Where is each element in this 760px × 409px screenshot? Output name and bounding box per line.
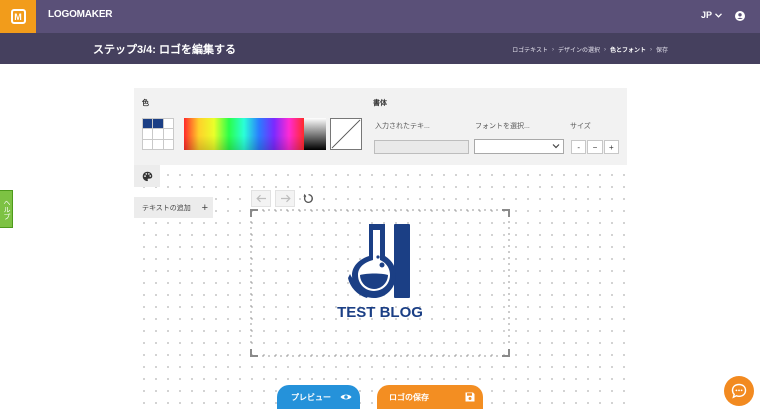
size-increase-button[interactable]: +	[603, 140, 619, 154]
redo-button[interactable]	[275, 190, 295, 207]
preview-label: プレビュー	[291, 392, 331, 402]
swatch[interactable]	[163, 139, 173, 149]
size-stepper: - − +	[571, 140, 619, 154]
breadcrumb-separator: ›	[551, 46, 554, 53]
language-label: JP	[701, 10, 713, 20]
breadcrumb: ロゴテキスト › デザインの選択 › 色とフォント › 保存	[512, 45, 668, 55]
flask-logo-icon[interactable]	[347, 222, 417, 302]
swatch[interactable]	[153, 139, 163, 149]
step-header: ステップ3/4: ロゴを編集する ロゴテキスト › デザインの選択 › 色とフォ…	[0, 33, 760, 64]
palette-icon	[142, 171, 152, 181]
reset-button[interactable]	[298, 190, 318, 207]
language-selector[interactable]: JP	[701, 10, 722, 20]
breadcrumb-separator: ›	[649, 46, 652, 53]
help-tab[interactable]: ヘルプ	[0, 190, 13, 228]
save-logo-button[interactable]: ロゴの保存	[377, 385, 483, 409]
size-decrease-button[interactable]: −	[587, 140, 603, 154]
font-section-label: 書体	[373, 100, 387, 107]
chevron-down-icon	[715, 12, 722, 18]
swatch[interactable]	[143, 129, 153, 139]
swatch[interactable]	[163, 129, 173, 139]
plus-icon: +	[201, 201, 208, 214]
color-section-label: 色	[142, 100, 149, 107]
breadcrumb-color-font: 色とフォント	[609, 48, 646, 54]
swatch[interactable]	[143, 119, 153, 129]
preview-button[interactable]: プレビュー	[277, 385, 360, 409]
add-text-label: テキストの追加	[142, 204, 191, 212]
top-navbar: M LOGOMAKER JP	[0, 0, 760, 33]
chat-icon	[731, 383, 747, 399]
breadcrumb-save[interactable]: 保存	[656, 45, 668, 54]
size-input[interactable]: -	[571, 140, 587, 154]
app-logo[interactable]: M	[0, 0, 36, 33]
logo-icon: M	[10, 9, 26, 24]
logo-text[interactable]: TEST BLOG	[315, 304, 445, 321]
help-label: ヘルプ	[3, 198, 10, 220]
undo-icon	[255, 194, 266, 203]
no-color-swatch[interactable]	[330, 118, 362, 150]
user-icon[interactable]	[735, 11, 745, 21]
font-select-label: フォントを選択...	[475, 123, 530, 130]
text-field-input[interactable]	[374, 140, 469, 154]
breadcrumb-separator: ›	[603, 46, 606, 53]
text-field-label: 入力されたテキ...	[375, 123, 430, 130]
swatch[interactable]	[143, 139, 153, 149]
swatch[interactable]	[163, 119, 173, 129]
redo-icon	[280, 194, 291, 203]
eye-icon	[340, 394, 352, 400]
brand-name[interactable]: LOGOMAKER	[48, 9, 113, 20]
palette-button[interactable]	[134, 165, 160, 187]
font-select[interactable]	[474, 139, 564, 154]
save-label: ロゴの保存	[389, 392, 429, 402]
add-text-button[interactable]: テキストの追加 +	[134, 197, 213, 218]
size-label: サイズ	[570, 123, 591, 130]
color-spectrum-picker[interactable]	[184, 118, 304, 150]
chat-button[interactable]	[724, 376, 754, 406]
swatch[interactable]	[153, 129, 163, 139]
breadcrumb-logo-text[interactable]: ロゴテキスト	[512, 45, 548, 54]
page-title: ステップ3/4: ロゴを編集する	[93, 44, 237, 56]
reset-icon	[303, 193, 313, 203]
swatch[interactable]	[153, 119, 163, 129]
grayscale-picker[interactable]	[304, 118, 326, 150]
undo-button[interactable]	[251, 190, 271, 207]
chevron-down-icon	[552, 144, 560, 149]
breadcrumb-design[interactable]: デザインの選択	[558, 45, 600, 54]
color-swatch-grid[interactable]	[142, 118, 174, 150]
floppy-icon	[465, 392, 475, 402]
